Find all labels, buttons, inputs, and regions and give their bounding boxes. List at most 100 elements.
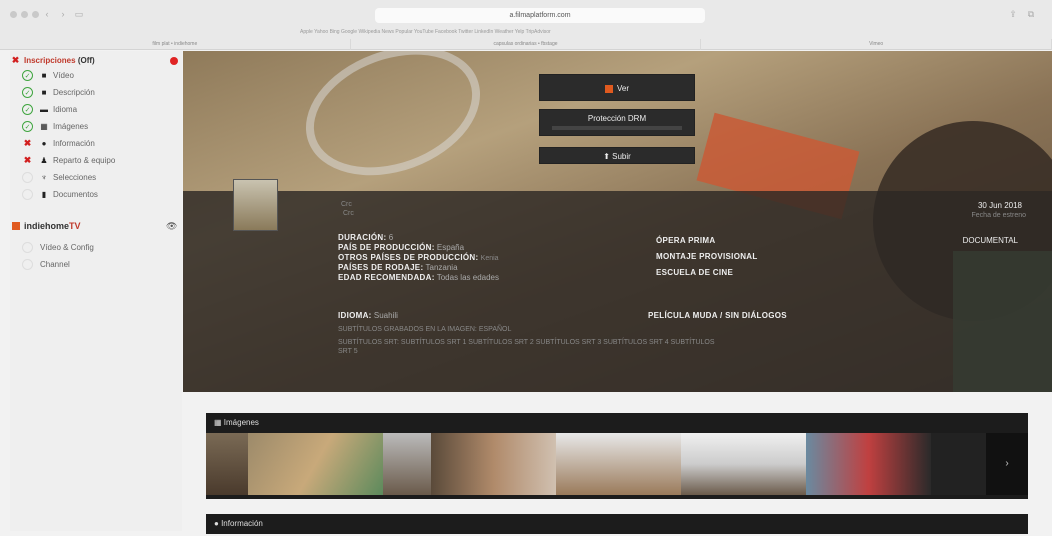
meta-line-2: Crc bbox=[343, 210, 354, 217]
browser-chrome: ‹ › ▭ a.filmaplatform.com ⇪ ⧉ Apple Yaho… bbox=[0, 0, 1052, 50]
edad-recomendada: EDAD RECOMENDADA: Todas las edades bbox=[338, 273, 499, 282]
sidebar-item-selecciones[interactable]: ♆ Selecciones bbox=[22, 169, 96, 185]
info-title: Información bbox=[221, 519, 263, 528]
info-section-header[interactable]: ● Información bbox=[206, 514, 1028, 534]
thumbnail-strip bbox=[206, 433, 986, 495]
sidebar-toggle-icon[interactable]: ▭ bbox=[74, 9, 84, 19]
hero-image-bicycle bbox=[287, 51, 499, 199]
info-icon: ● bbox=[41, 138, 47, 148]
check-icon: ✓ bbox=[22, 69, 33, 81]
sidebar-item-video[interactable]: ✓ ■ Vídeo bbox=[22, 67, 74, 83]
gallery-next-button[interactable]: › bbox=[986, 433, 1028, 495]
sidebar-item-label: Idioma bbox=[53, 104, 78, 114]
address-bar[interactable]: a.filmaplatform.com bbox=[375, 8, 705, 23]
language-icon: ▬ bbox=[40, 104, 48, 114]
error-x-icon: ✖ bbox=[23, 154, 32, 165]
close-window-icon[interactable] bbox=[10, 11, 17, 18]
check-icon: ✓ bbox=[22, 86, 33, 98]
subtitulos-srt: SUBTÍTULOS SRT: SUBTÍTULOS SRT 1 SUBTÍTU… bbox=[338, 339, 715, 346]
hero-overlay bbox=[183, 191, 1052, 392]
sidebar-item-video-config[interactable]: Vídeo & Config bbox=[22, 239, 94, 255]
thumbnail[interactable] bbox=[431, 433, 556, 495]
thumbnail[interactable] bbox=[206, 433, 248, 495]
thumbnail[interactable] bbox=[248, 433, 383, 495]
sidebar-item-label: Vídeo bbox=[53, 70, 74, 80]
bookmarks-bar[interactable]: Apple Yahoo Bing Google Wikipedia News P… bbox=[300, 29, 551, 35]
genre: DOCUMENTAL bbox=[962, 236, 1018, 245]
sidebar-item-informacion[interactable]: ✖ ● Información bbox=[22, 135, 95, 151]
drm-button[interactable]: Protección DRM bbox=[539, 109, 695, 136]
error-x-icon: ✖ bbox=[23, 137, 32, 148]
thumbnail[interactable] bbox=[806, 433, 931, 495]
indiehome-header[interactable]: indiehomeTV bbox=[10, 221, 81, 231]
sidebar-item-label: Información bbox=[53, 138, 95, 148]
tabs-icon[interactable]: ⧉ bbox=[1026, 9, 1036, 19]
forward-icon[interactable]: › bbox=[58, 9, 68, 19]
drm-toggle[interactable] bbox=[552, 126, 682, 130]
subir-label: Subir bbox=[612, 152, 631, 161]
montaje-provisional: MONTAJE PROVISIONAL bbox=[656, 252, 758, 261]
eye-icon[interactable]: 👁 bbox=[166, 221, 177, 232]
check-icon: ✓ bbox=[22, 103, 33, 115]
sidebar: ✖ Inscripciones (Off) ✓ ■ Vídeo ✓ ■ Desc… bbox=[10, 51, 182, 531]
pelicula-muda: PELÍCULA MUDA / SIN DIÁLOGOS bbox=[648, 311, 787, 320]
idioma: IDIOMA: Suahili bbox=[338, 311, 398, 320]
file-icon: ▮ bbox=[41, 189, 47, 199]
film-poster[interactable] bbox=[233, 179, 278, 231]
sidebar-item-channel[interactable]: Channel bbox=[22, 256, 70, 272]
inscripciones-header[interactable]: ✖ Inscripciones (Off) bbox=[10, 55, 95, 66]
empty-circle-icon bbox=[22, 171, 33, 183]
status-indicator-icon[interactable] bbox=[170, 57, 178, 65]
share-icon[interactable]: ⇪ bbox=[1008, 9, 1018, 19]
ver-button[interactable]: Ver bbox=[539, 74, 695, 101]
sidebar-item-documentos[interactable]: ▮ Documentos bbox=[22, 186, 98, 202]
empty-circle-icon bbox=[22, 188, 33, 200]
sidebar-item-label: Descripción bbox=[53, 87, 95, 97]
check-icon: ✓ bbox=[22, 120, 33, 132]
sidebar-item-label: Vídeo & Config bbox=[40, 242, 94, 252]
drm-label: Protección DRM bbox=[587, 114, 647, 123]
back-icon[interactable]: ‹ bbox=[42, 9, 52, 19]
sidebar-item-idioma[interactable]: ✓ ▬ Idioma bbox=[22, 101, 77, 117]
thumbnail[interactable] bbox=[383, 433, 431, 495]
sidebar-item-imagenes[interactable]: ✓ ▦ Imágenes bbox=[22, 118, 88, 134]
hero-banner: Ver Protección DRM ⬆ Subir Crc Crc 30 Ju… bbox=[183, 51, 1052, 392]
document-icon: ■ bbox=[41, 70, 47, 80]
maximize-window-icon[interactable] bbox=[32, 11, 39, 18]
trophy-icon: ♆ bbox=[41, 172, 47, 182]
browser-actions: ⇪ ⧉ bbox=[1008, 9, 1036, 19]
duracion: DURACIÓN: 6 bbox=[338, 233, 394, 242]
image-icon: ▦ bbox=[214, 418, 224, 427]
tab-film-plat[interactable]: film plat • indiehome bbox=[0, 39, 351, 50]
subir-button[interactable]: ⬆ Subir bbox=[539, 147, 695, 164]
minimize-window-icon[interactable] bbox=[21, 11, 28, 18]
tab-capsulas[interactable]: capsulas ordinarias • fbstage bbox=[351, 39, 702, 50]
meta-line-1: Crc bbox=[341, 201, 352, 208]
error-x-icon: ✖ bbox=[11, 55, 20, 65]
upload-icon: ⬆ bbox=[603, 152, 613, 161]
thumbnail[interactable] bbox=[556, 433, 681, 495]
subtitulos-srt-cont: SRT 5 bbox=[338, 348, 358, 355]
image-icon: ▦ bbox=[40, 121, 48, 131]
indiehome-logo-icon bbox=[12, 222, 20, 230]
images-gallery: ▦ Imágenes › bbox=[206, 413, 1028, 499]
otros-paises: OTROS PAÍSES DE PRODUCCIÓN: Kenia bbox=[338, 253, 499, 262]
sidebar-item-label: Reparto & equipo bbox=[53, 155, 116, 165]
thumbnail[interactable] bbox=[931, 433, 986, 495]
sidebar-item-label: Documentos bbox=[53, 189, 98, 199]
people-icon: ♟ bbox=[40, 155, 48, 165]
release-date: 30 Jun 2018 bbox=[977, 201, 1022, 210]
thumbnail[interactable] bbox=[681, 433, 806, 495]
browser-toolbar: ‹ › ▭ a.filmaplatform.com ⇪ ⧉ bbox=[0, 0, 1052, 30]
release-date-label: Fecha de estreno bbox=[971, 212, 1026, 219]
tab-bar: film plat • indiehome capsulas ordinaria… bbox=[0, 39, 1052, 50]
sidebar-item-label: Channel bbox=[40, 259, 70, 269]
tab-vimeo[interactable]: Vimeo bbox=[701, 39, 1052, 50]
sidebar-item-reparto[interactable]: ✖ ♟ Reparto & equipo bbox=[22, 152, 116, 168]
subtitulos-grabados: SUBTÍTULOS GRABADOS EN LA IMAGEN: ESPAÑO… bbox=[338, 326, 512, 333]
sidebar-item-label: Imágenes bbox=[53, 121, 89, 131]
empty-circle-icon bbox=[22, 241, 33, 253]
indiehome-title: indiehomeTV bbox=[24, 221, 81, 231]
play-icon bbox=[604, 84, 613, 93]
sidebar-item-descripcion[interactable]: ✓ ■ Descripción bbox=[22, 84, 95, 100]
